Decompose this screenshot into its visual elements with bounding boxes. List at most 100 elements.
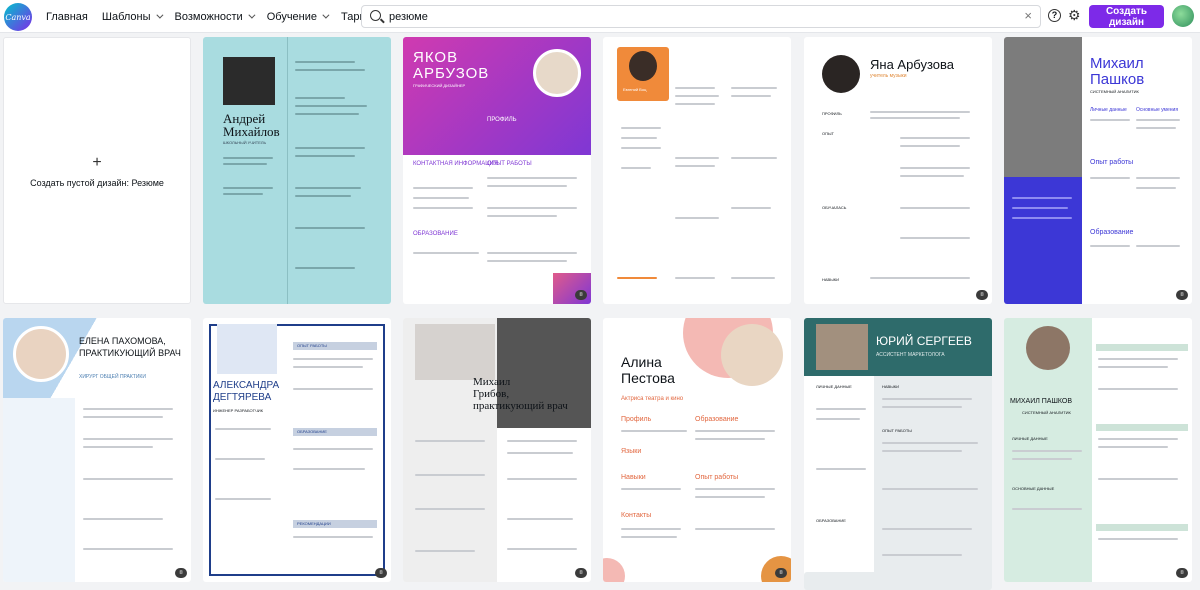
template-photo: [1004, 37, 1082, 177]
template-name: Михаил: [1090, 55, 1144, 72]
template-card[interactable]: ЕЛЕНА ПАХОМОВА, ПРАКТИКУЮЩИЙ ВРАЧ ХИРУРГ…: [3, 318, 191, 582]
template-card[interactable]: МИХАИЛ ПАШКОВ СИСТЕМНЫЙ АНАЛИТИК ЛИЧНЫЕ …: [1004, 318, 1192, 582]
text-line: [507, 518, 573, 520]
template-surname: Грибов,: [473, 388, 510, 400]
free-badge: ¤: [375, 568, 387, 578]
template-heading: Личные данные: [1090, 107, 1127, 113]
search-box: ×: [361, 5, 1041, 28]
text-line: [295, 227, 365, 229]
template-card[interactable]: [804, 572, 992, 590]
template-heading: РЕКОМЕНДАЦИИ: [297, 521, 331, 526]
template-card[interactable]: Яна Арбузова учитель музыки ПРОФИЛЬ ОПЫТ…: [804, 37, 992, 304]
text-line: [617, 277, 657, 279]
text-line: [415, 474, 485, 476]
text-line: [295, 105, 367, 107]
template-heading: ЛИЧНЫЕ ДАННЫЕ: [1012, 436, 1048, 441]
text-line: [731, 87, 777, 89]
template-surname: Михайлов: [223, 124, 280, 139]
text-line: [1012, 197, 1072, 199]
help-icon[interactable]: ?: [1048, 9, 1061, 22]
template-card[interactable]: Михаил Грибов, практикующий врач ¤: [403, 318, 591, 582]
template-heading: Опыт работы: [1090, 159, 1134, 166]
text-line: [223, 157, 273, 159]
text-line: [223, 163, 267, 165]
chevron-down-icon: [155, 11, 163, 19]
template-heading: Навыки: [621, 474, 646, 481]
template-card[interactable]: ЯКОВ АРБУЗОВ ГРАФИЧЕСКИЙ ДИЗАЙНЕР ПРОФИЛ…: [403, 37, 591, 304]
template-card[interactable]: ЮРИЙ СЕРГЕЕВ АССИСТЕНТ МАРКЕТОЛОГА ЛИЧНЫ…: [804, 318, 992, 582]
template-heading: НАВЫКИ: [882, 384, 899, 389]
template-name: ЕЛЕНА ПАХОМОВА,: [79, 336, 166, 346]
avatar[interactable]: [1172, 5, 1194, 27]
text-line: [695, 488, 775, 490]
template-card[interactable]: Алина Пестова Актриса театра и кино Проф…: [603, 318, 791, 582]
text-line: [83, 548, 173, 550]
top-bar: Canva Главная Шаблоны Возможности Обучен…: [0, 0, 1200, 33]
template-heading: ОПЫТ: [822, 131, 834, 136]
template-heading: ОПЫТ РАБОТЫ: [882, 428, 912, 433]
section-bar: [1096, 424, 1188, 431]
text-line: [295, 69, 365, 71]
template-heading: Опыт работы: [695, 474, 739, 481]
nav-templates[interactable]: Шаблоны: [102, 11, 163, 23]
template-heading: ПРОФИЛЬ: [487, 117, 517, 123]
text-line: [295, 195, 351, 197]
template-photo: [1026, 326, 1070, 370]
nav-learn[interactable]: Обучение: [267, 11, 330, 23]
create-design-button[interactable]: Создать дизайн: [1089, 5, 1164, 28]
text-line: [1136, 187, 1176, 189]
nav-home[interactable]: Главная: [46, 11, 88, 23]
text-line: [415, 550, 475, 552]
text-line: [223, 193, 263, 195]
text-line: [621, 430, 687, 432]
text-line: [1098, 388, 1178, 390]
text-line: [83, 518, 163, 520]
template-divider: [287, 37, 288, 304]
text-line: [621, 536, 677, 538]
template-surname: ПРАКТИКУЮЩИЙ ВРАЧ: [79, 348, 181, 358]
template-heading: Образование: [695, 416, 739, 423]
text-line: [870, 117, 960, 119]
text-line: [293, 536, 373, 538]
text-line: [1012, 458, 1072, 460]
text-line: [900, 175, 964, 177]
template-heading: Языки: [621, 448, 642, 455]
search-input[interactable]: [389, 8, 1009, 25]
text-line: [1136, 119, 1180, 121]
free-badge: ¤: [575, 568, 587, 578]
text-line: [621, 137, 657, 139]
text-line: [695, 430, 775, 432]
template-name: Яна Арбузова: [870, 57, 955, 72]
free-badge: ¤: [175, 568, 187, 578]
template-card[interactable]: Евгений Воц: [603, 37, 791, 304]
template-role: ХИРУРГ ОБЩЕЙ ПРАКТИКИ: [79, 374, 146, 380]
template-card[interactable]: Андрей Михайлов ШКОЛЬНЫЙ УЧИТЕЛЬ: [203, 37, 391, 304]
nav-features[interactable]: Возможности: [175, 11, 256, 23]
create-blank-card[interactable]: + Создать пустой дизайн: Резюме: [3, 37, 191, 304]
text-line: [83, 438, 173, 440]
text-line: [1012, 450, 1082, 452]
text-line: [215, 458, 265, 460]
text-line: [413, 187, 473, 189]
text-line: [293, 388, 373, 390]
template-accent: [553, 273, 591, 304]
template-card[interactable]: АЛЕКСАНДРА ДЕГТЯРЕВА ИНЖЕНЕР РАЗРАБОТЧИК…: [203, 318, 391, 582]
text-line: [487, 207, 577, 209]
text-line: [900, 137, 970, 139]
text-line: [675, 217, 719, 219]
canva-logo[interactable]: Canva: [4, 3, 32, 31]
text-line: [882, 554, 962, 556]
chevron-down-icon: [322, 11, 330, 19]
text-line: [415, 508, 485, 510]
template-sidebar: [3, 398, 75, 582]
close-icon[interactable]: ×: [1024, 8, 1032, 23]
text-line: [1098, 366, 1168, 368]
text-line: [507, 440, 577, 442]
template-card[interactable]: Михаил Пашков СИСТЕМНЫЙ АНАЛИТИК Личные …: [1004, 37, 1192, 304]
template-heading: ОБРАЗОВАНИЕ: [297, 429, 327, 434]
gear-icon[interactable]: ⚙: [1068, 8, 1081, 22]
text-line: [223, 187, 273, 189]
text-line: [1012, 207, 1068, 209]
template-heading: Основные умения: [1136, 107, 1179, 113]
text-line: [621, 127, 661, 129]
